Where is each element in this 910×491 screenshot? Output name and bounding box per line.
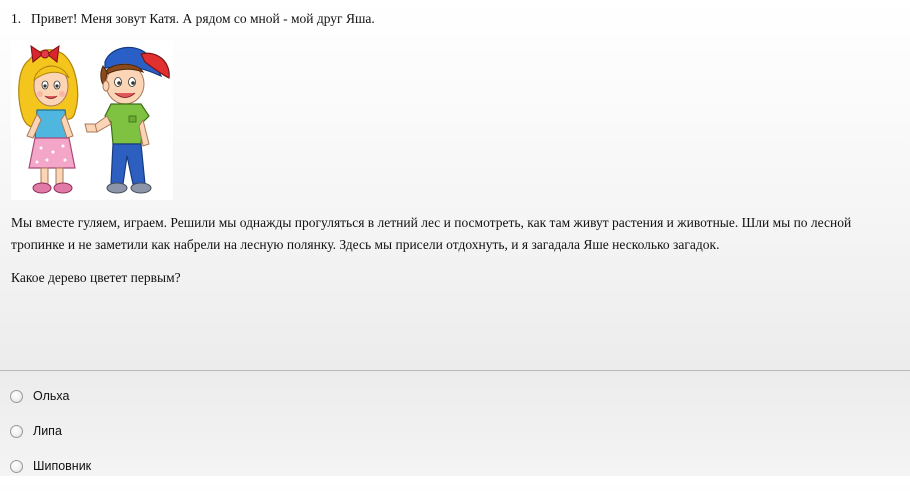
question-prompt: Какое дерево цветет первым? [11, 270, 181, 285]
boy-figure [84, 46, 170, 194]
divider [0, 370, 910, 371]
story-text: Мы вместе гуляем, играем. Решили мы одна… [11, 215, 852, 252]
radio-button[interactable] [10, 459, 23, 473]
kids-illustration [11, 40, 173, 200]
question-title: 1. Привет! Меня зовут Катя. А рядом со мн… [11, 11, 375, 27]
answer-option-olkha[interactable]: Ольха [10, 386, 91, 406]
answer-option-shipovnik[interactable]: Шиповник [10, 456, 91, 476]
answer-option-label: Шиповник [33, 459, 92, 473]
question-number: 1. [11, 11, 22, 26]
girl-figure [18, 44, 79, 194]
radio-button[interactable] [10, 424, 23, 438]
answer-option-label: Липа [33, 424, 62, 438]
question-title-text: Привет! Меня зовут Катя. А рядом со мной… [31, 11, 375, 26]
girl-and-boy-image [18, 44, 170, 194]
answer-options: Ольха Липа Шиповник [10, 386, 91, 491]
answer-option-lipa[interactable]: Липа [10, 421, 91, 441]
radio-button[interactable] [10, 389, 23, 403]
answer-option-label: Ольха [33, 389, 70, 403]
